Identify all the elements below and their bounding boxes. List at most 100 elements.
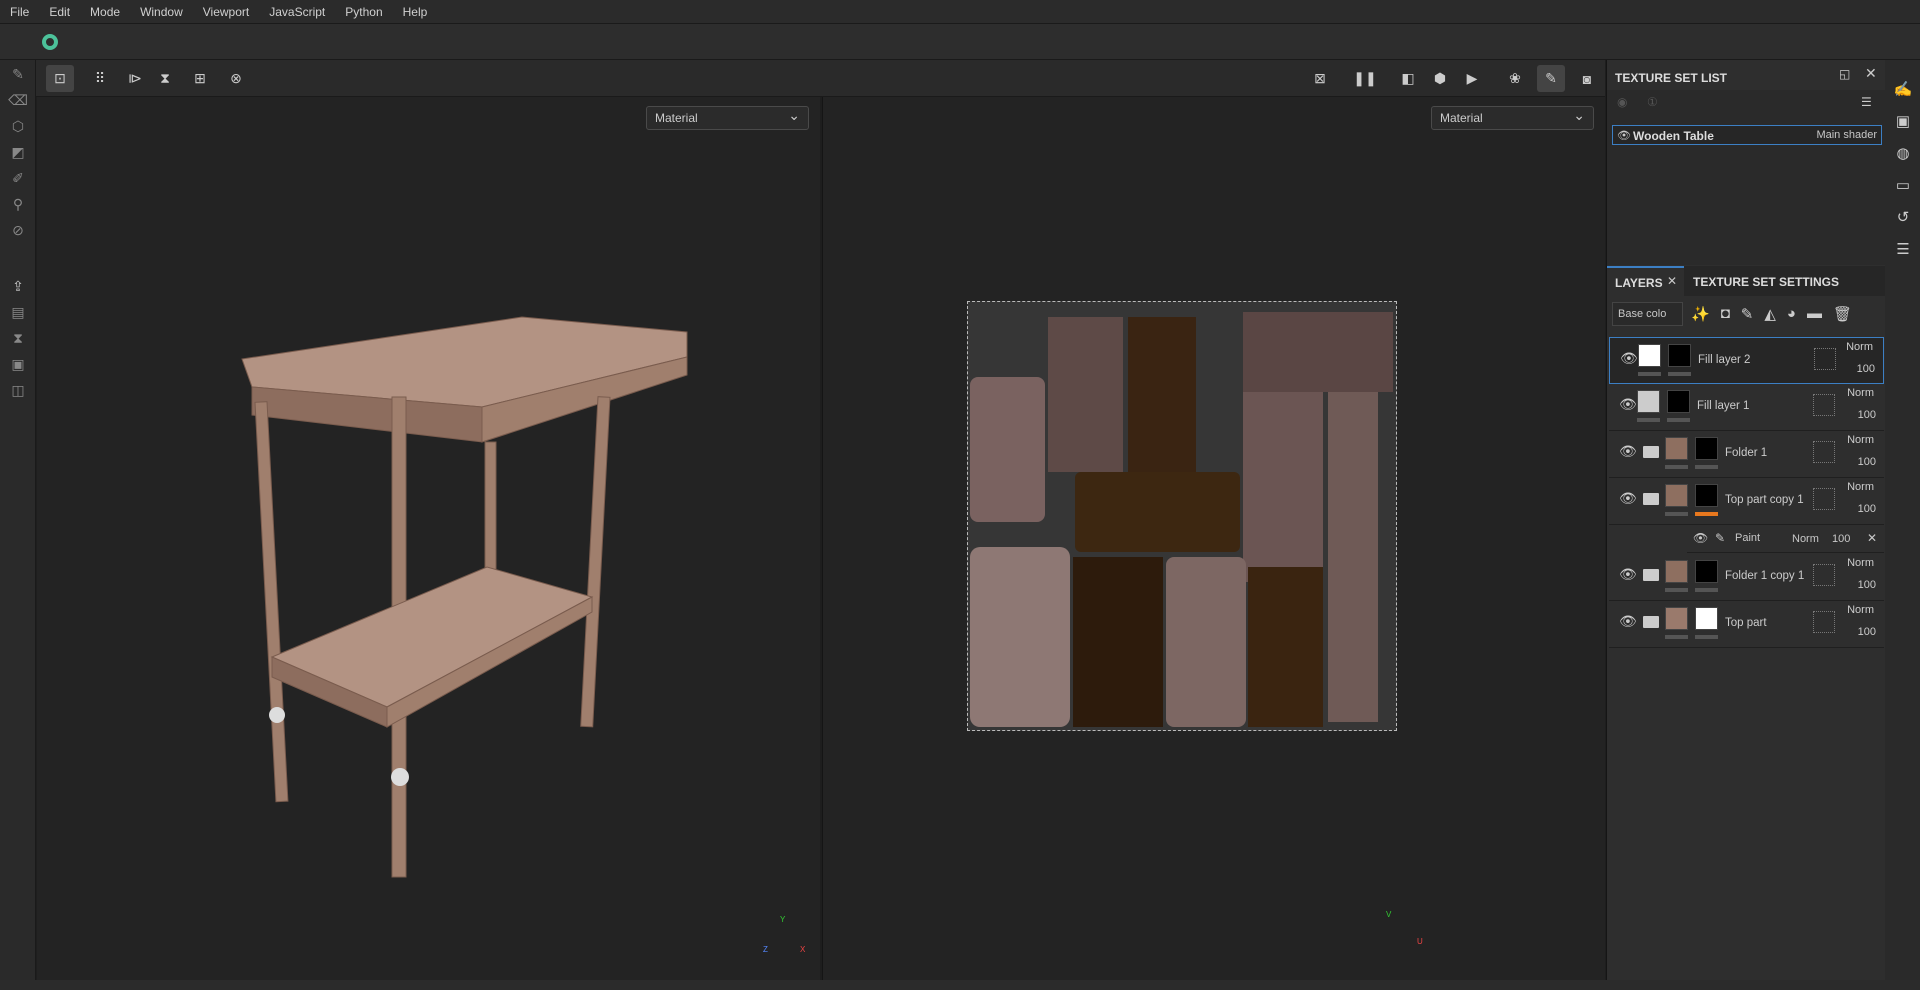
- smudge-tool-icon[interactable]: ✐: [6, 166, 30, 190]
- blend-mode-select[interactable]: Norm: [1847, 434, 1874, 446]
- layer-row[interactable]: 👁 Folder 1 Norm 100: [1609, 431, 1884, 478]
- mask-thumbnail[interactable]: [1667, 390, 1690, 413]
- opacity-select[interactable]: 100: [1857, 363, 1875, 375]
- blend-mode-select[interactable]: Norm: [1847, 557, 1874, 569]
- channel-select[interactable]: Base colo: [1612, 302, 1683, 326]
- opacity-select[interactable]: 100: [1858, 626, 1876, 638]
- opacity-select[interactable]: 100: [1858, 579, 1876, 591]
- blend-mode-select[interactable]: Norm: [1846, 341, 1873, 353]
- blend-mode-select[interactable]: Norm: [1847, 481, 1874, 493]
- mask-thumbnail[interactable]: [1695, 560, 1718, 583]
- projection-tool-icon[interactable]: ⬡: [6, 114, 30, 138]
- history-icon[interactable]: ↺: [1893, 208, 1913, 228]
- eye-icon[interactable]: 👁: [1693, 531, 1708, 545]
- add-paint-layer-icon[interactable]: ✎: [1741, 305, 1754, 323]
- mirror-y-icon[interactable]: ⧗: [151, 65, 179, 92]
- texture-set-item[interactable]: 👁 Wooden Table Main shader: [1612, 125, 1882, 145]
- float-panel-icon[interactable]: ◱: [1839, 67, 1850, 81]
- eye-icon[interactable]: 👁: [1617, 129, 1631, 142]
- eye-icon[interactable]: 👁: [1620, 350, 1638, 367]
- add-mask-icon[interactable]: ◘: [1721, 305, 1730, 323]
- close-icon[interactable]: ✕: [1865, 65, 1877, 82]
- visibility-icon[interactable]: ◉: [1617, 95, 1627, 109]
- paint-mode-icon[interactable]: ✎: [1537, 65, 1565, 92]
- menu-file[interactable]: File: [0, 5, 39, 19]
- layer-row[interactable]: 👁 Folder 1 copy 1 Norm 100: [1609, 554, 1884, 601]
- tab-texture-set-settings[interactable]: TEXTURE SET SETTINGS: [1693, 275, 1839, 289]
- layer-row[interactable]: 👁 Fill layer 1 Norm 100: [1609, 384, 1884, 431]
- add-folder-icon[interactable]: ▬: [1807, 305, 1822, 323]
- add-smart-material-icon[interactable]: ◕: [1787, 305, 1796, 323]
- list-options-icon[interactable]: ☰: [1861, 95, 1872, 109]
- symmetry-icon[interactable]: ❀: [1501, 65, 1529, 92]
- hourglass-icon[interactable]: ⧗: [6, 326, 30, 350]
- cube-icon[interactable]: ⬢: [1426, 65, 1454, 92]
- close-icon[interactable]: ✕: [1667, 274, 1677, 288]
- remove-effect-icon[interactable]: ✕: [1867, 531, 1877, 545]
- menu-viewport[interactable]: Viewport: [193, 5, 259, 19]
- pause-icon[interactable]: ❚❚: [1351, 65, 1379, 92]
- archive-icon[interactable]: ▭: [1893, 176, 1913, 196]
- polygon-fill-icon[interactable]: ◩: [6, 140, 30, 164]
- layer-row[interactable]: 👁 Fill layer 2 Norm 100: [1609, 337, 1884, 384]
- mask-thumbnail[interactable]: [1695, 607, 1718, 630]
- shader-select-uv[interactable]: Material: [1431, 106, 1594, 130]
- display-settings-icon[interactable]: ▣: [1893, 112, 1913, 132]
- delete-icon[interactable]: 🗑: [1833, 305, 1852, 323]
- mask-thumbnail[interactable]: [1695, 484, 1718, 507]
- effect-opacity-select[interactable]: 100: [1832, 533, 1850, 545]
- layer-row[interactable]: 👁 Top part copy 1 Norm 100: [1609, 478, 1884, 525]
- shelf-icon[interactable]: ✍: [1893, 80, 1913, 100]
- viewport-uv[interactable]: Material V U: [822, 97, 1605, 980]
- clone-tool-icon[interactable]: ⚲: [6, 192, 30, 216]
- picker-tool-icon[interactable]: ⊘: [6, 218, 30, 242]
- camera-video-icon[interactable]: ▶: [1458, 65, 1486, 92]
- eye-icon[interactable]: 👁: [1619, 613, 1637, 630]
- effect-blend-select[interactable]: Norm: [1792, 533, 1819, 545]
- mask-thumbnail[interactable]: [1668, 344, 1691, 367]
- menu-window[interactable]: Window: [130, 5, 193, 19]
- screenshot-icon[interactable]: ◙: [1573, 65, 1601, 92]
- export-icon[interactable]: ⇪: [6, 274, 30, 298]
- fit-icon[interactable]: ⊞: [186, 65, 214, 92]
- blend-mode-select[interactable]: Norm: [1847, 387, 1874, 399]
- opacity-select[interactable]: 100: [1858, 456, 1876, 468]
- menu-javascript[interactable]: JavaScript: [259, 5, 335, 19]
- bake-icon[interactable]: ▤: [6, 300, 30, 324]
- eye-icon[interactable]: 👁: [1619, 396, 1637, 413]
- log-icon[interactable]: ☰: [1893, 240, 1913, 260]
- eye-icon[interactable]: 👁: [1619, 566, 1637, 583]
- mirror-x-icon[interactable]: ⧐: [121, 65, 149, 92]
- brush-tool-icon[interactable]: ✎: [6, 62, 30, 86]
- document-icon[interactable]: ▣: [6, 352, 30, 376]
- grid-options-icon[interactable]: ⠿: [86, 65, 114, 92]
- folder-icon: [1643, 446, 1659, 458]
- hide-icon[interactable]: ⊠: [1306, 65, 1334, 92]
- add-effect-icon[interactable]: ✨: [1691, 305, 1710, 323]
- menu-edit[interactable]: Edit: [39, 5, 80, 19]
- add-fill-layer-icon[interactable]: ◭: [1764, 305, 1776, 323]
- menu-help[interactable]: Help: [393, 5, 438, 19]
- eye-icon[interactable]: 👁: [1619, 490, 1637, 507]
- opacity-select[interactable]: 100: [1858, 503, 1876, 515]
- menu-python[interactable]: Python: [335, 5, 392, 19]
- split-view-icon[interactable]: ◧: [1394, 65, 1422, 92]
- box-icon[interactable]: ◫: [6, 378, 30, 402]
- viewport-3d[interactable]: Material Y X Z: [37, 97, 820, 980]
- texture-set-shader[interactable]: Main shader: [1816, 129, 1877, 141]
- menu-mode[interactable]: Mode: [80, 5, 130, 19]
- layer-name: Folder 1: [1725, 447, 1768, 459]
- select-grid-icon[interactable]: ⊡: [46, 65, 74, 92]
- eraser-tool-icon[interactable]: ⌫: [6, 88, 30, 112]
- blend-mode-select[interactable]: Norm: [1847, 604, 1874, 616]
- environment-icon[interactable]: ◍: [1893, 144, 1913, 164]
- solo-icon[interactable]: ①: [1647, 95, 1658, 109]
- plugin-logo-icon[interactable]: [42, 34, 58, 50]
- effect-row[interactable]: 👁 ✎ Paint Norm 100 ✕: [1687, 525, 1884, 553]
- layer-row[interactable]: 👁 Top part Norm 100: [1609, 601, 1884, 648]
- opacity-select[interactable]: 100: [1858, 409, 1876, 421]
- reset-icon[interactable]: ⊗: [222, 65, 250, 92]
- mask-thumbnail[interactable]: [1695, 437, 1718, 460]
- eye-icon[interactable]: 👁: [1619, 443, 1637, 460]
- tab-layers[interactable]: LAYERS ✕: [1607, 266, 1684, 296]
